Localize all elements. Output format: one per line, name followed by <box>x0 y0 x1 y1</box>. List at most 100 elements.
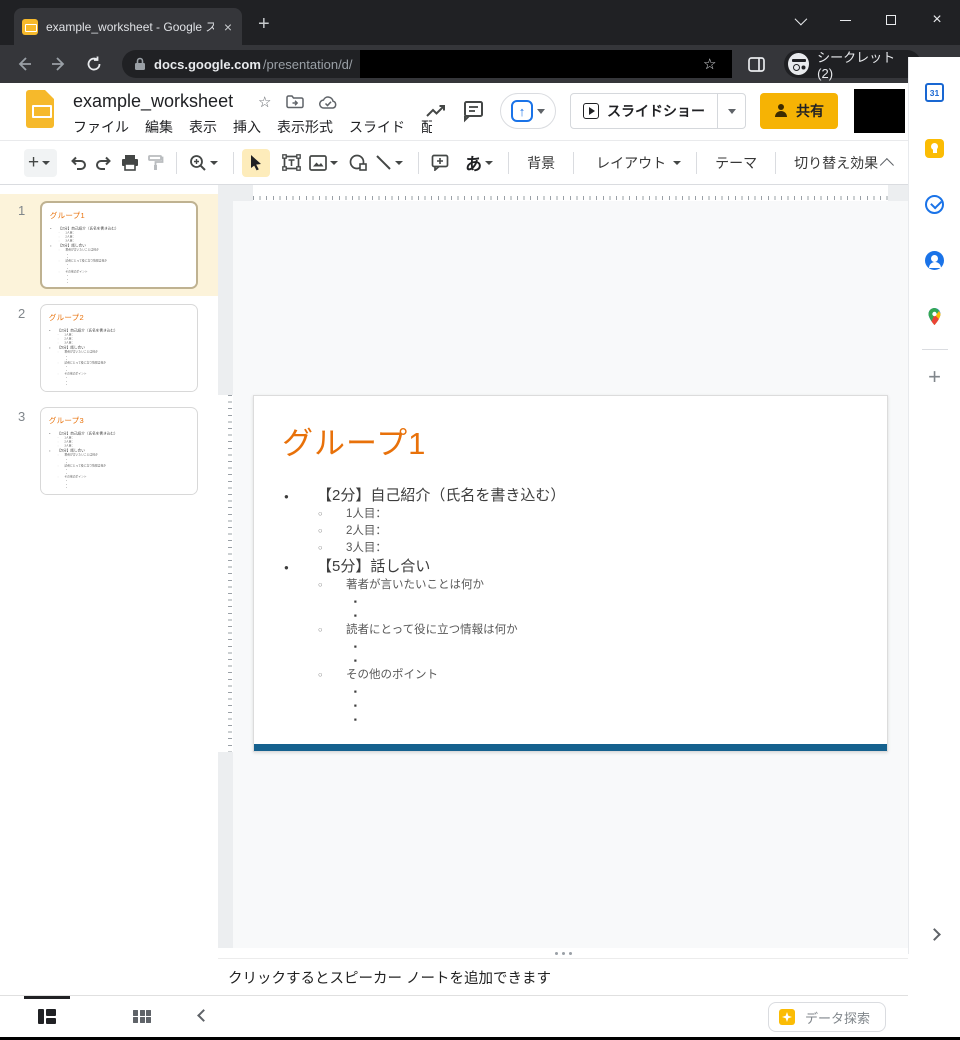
undo-button[interactable] <box>65 149 91 177</box>
forward-button[interactable] <box>45 50 73 78</box>
bullet-level-3 <box>254 696 877 710</box>
bullet-level-2: 1人目： <box>254 504 877 521</box>
menu-format[interactable]: 表示形式 <box>269 115 341 139</box>
side-panel-button[interactable] <box>742 50 770 78</box>
slide-title[interactable]: グループ1 <box>282 418 426 463</box>
collapse-filmstrip-chevron[interactable] <box>197 1009 210 1022</box>
slide-thumbnail-row[interactable]: 1 グループ1 【2分】自己紹介（氏名を書き込む）1人目：2人目：3人目：【5分… <box>0 194 218 296</box>
maps-icon[interactable] <box>925 307 944 326</box>
new-slide-button[interactable]: + <box>24 149 57 177</box>
notes-resize-handle[interactable] <box>218 948 908 958</box>
zoom-button[interactable] <box>185 149 225 177</box>
slide-canvas[interactable]: グループ1 【2分】自己紹介（氏名を書き込む）1人目：2人目：3人目：【5分】話… <box>218 185 908 948</box>
menu-view[interactable]: 表示 <box>181 115 225 139</box>
minimize-button[interactable] <box>822 0 868 40</box>
print-button[interactable] <box>117 149 143 177</box>
menu-bar: ファイル 編集 表示 挿入 表示形式 スライド 配置 <box>65 115 457 139</box>
slide-accent-bar <box>254 744 887 751</box>
side-panel-rail: 31 + <box>908 57 960 954</box>
redo-button[interactable] <box>91 149 117 177</box>
star-document-icon[interactable]: ☆ <box>258 93 271 111</box>
cloud-saved-icon[interactable] <box>319 96 338 109</box>
slide-thumbnail[interactable]: グループ2 【2分】自己紹介（氏名を書き込む）1人目：2人目：3人目：【5分】話… <box>40 304 198 392</box>
text-format-button[interactable]: あ <box>461 149 500 177</box>
tasks-icon[interactable] <box>925 195 944 214</box>
move-folder-icon[interactable] <box>286 95 304 109</box>
maximize-button[interactable] <box>868 0 914 40</box>
tab-search-button[interactable] <box>776 0 822 40</box>
present-arrow-icon: ↑ <box>511 100 533 122</box>
document-title[interactable]: example_worksheet <box>73 91 233 112</box>
slides-logo-icon[interactable] <box>26 90 54 128</box>
back-button[interactable] <box>10 50 38 78</box>
active-view-indicator <box>24 996 70 999</box>
slide-bullets[interactable]: 【2分】自己紹介（氏名を書き込む）1人目：2人目：3人目：【5分】話し合い著者が… <box>254 484 877 724</box>
get-addons-button[interactable]: + <box>928 367 941 387</box>
slide-thumbnail[interactable]: グループ3 【2分】自己紹介（氏名を書き込む）1人目：2人目：3人目：【5分】話… <box>40 407 198 495</box>
comment-history-icon[interactable] <box>462 99 486 123</box>
insert-comment-button[interactable] <box>427 149 453 177</box>
chevron-down-icon <box>537 109 545 114</box>
chevron-down-icon <box>673 161 681 165</box>
lock-icon <box>134 57 146 71</box>
plus-icon: + <box>28 153 39 172</box>
bookmark-star-icon[interactable]: ☆ <box>703 55 716 73</box>
bullet-level-2: 著者が言いたいことは何か <box>254 575 877 592</box>
background-button[interactable]: 背景 <box>517 149 565 177</box>
explore-label: データ探索 <box>805 1008 870 1027</box>
slide-thumbnail-row[interactable]: 2 グループ2 【2分】自己紹介（氏名を書き込む）1人目：2人目：3人目：【5分… <box>0 297 218 399</box>
speaker-notes-panel[interactable]: クリックするとスピーカー ノートを追加できます <box>218 958 908 995</box>
speaker-notes-placeholder: クリックするとスピーカー ノートを追加できます <box>228 967 551 988</box>
menu-file[interactable]: ファイル <box>65 115 137 139</box>
close-window-button[interactable]: × <box>914 0 960 40</box>
bullet-level-3 <box>254 637 877 651</box>
new-tab-button[interactable]: + <box>258 13 270 36</box>
insert-shape-button[interactable] <box>345 149 371 177</box>
google-slides-app: example_worksheet ☆ ファイル 編集 表示 挿入 表示形式 ス… <box>0 83 960 1037</box>
slideshow-options-button[interactable] <box>717 93 745 129</box>
bullet-level-2: 2人目： <box>254 521 877 538</box>
activity-trend-icon[interactable] <box>424 99 448 123</box>
present-to-meeting-button[interactable]: ↑ <box>500 93 556 129</box>
menu-edit[interactable]: 編集 <box>137 115 181 139</box>
select-tool-button[interactable] <box>242 149 270 177</box>
browser-navbar: docs.google.com/presentation/d/ ☆ シークレット… <box>0 45 960 83</box>
paint-format-button[interactable] <box>143 149 168 177</box>
slide-number: 3 <box>18 407 34 424</box>
thumb-slide-title: グループ3 <box>49 414 84 425</box>
window-controls: × <box>776 0 960 40</box>
explore-button[interactable]: データ探索 <box>768 1002 886 1032</box>
keep-icon[interactable] <box>925 139 944 158</box>
url-bar[interactable]: docs.google.com/presentation/d/ ☆ <box>122 50 726 78</box>
insert-image-button[interactable] <box>305 149 345 177</box>
slide-thumbnail[interactable]: グループ1 【2分】自己紹介（氏名を書き込む）1人目：2人目：3人目：【5分】話… <box>40 201 198 289</box>
layout-button[interactable]: レイアウト <box>582 149 688 177</box>
layout-label: レイアウト <box>586 149 670 177</box>
maximize-icon <box>886 15 896 25</box>
slide-editor-page[interactable]: グループ1 【2分】自己紹介（氏名を書き込む）1人目：2人目：3人目：【5分】話… <box>253 395 888 752</box>
menu-slide[interactable]: スライド <box>341 115 413 139</box>
minimize-icon <box>840 20 851 21</box>
browser-tab[interactable]: example_worksheet - Google スラ × <box>14 8 242 45</box>
reload-button[interactable] <box>80 50 108 78</box>
slideshow-button-group: スライドショー <box>570 93 746 129</box>
incognito-icon <box>788 53 809 75</box>
transition-button[interactable]: 切り替え効果 <box>784 149 888 177</box>
slide-thumbnail-row[interactable]: 3 グループ3 【2分】自己紹介（氏名を書き込む）1人目：2人目：3人目：【5分… <box>0 400 218 502</box>
tab-close-icon[interactable]: × <box>222 20 234 34</box>
contacts-icon[interactable] <box>925 251 944 270</box>
grid-view-button[interactable] <box>133 1010 151 1023</box>
calendar-icon[interactable]: 31 <box>925 83 944 102</box>
theme-button[interactable]: テーマ <box>705 149 767 177</box>
text-box-tool-button[interactable] <box>278 149 305 177</box>
chevron-down-icon <box>330 161 338 165</box>
chevron-down-icon <box>42 161 50 165</box>
explore-icon <box>779 1009 795 1025</box>
slideshow-button[interactable]: スライドショー <box>571 101 717 121</box>
filmstrip-view-button[interactable] <box>38 1009 56 1024</box>
hide-side-panel-chevron[interactable] <box>928 928 941 941</box>
bullet-level-3 <box>42 382 194 385</box>
menu-insert[interactable]: 挿入 <box>225 115 269 139</box>
share-button[interactable]: 共有 <box>760 93 838 129</box>
insert-line-button[interactable] <box>371 149 410 177</box>
